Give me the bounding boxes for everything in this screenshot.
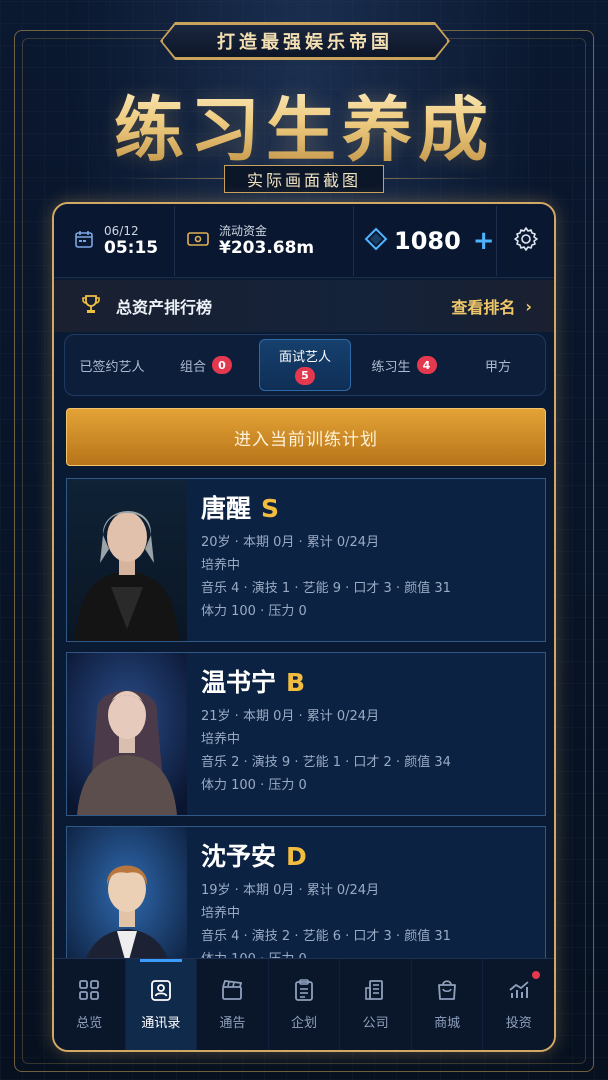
trophy-icon bbox=[80, 293, 102, 319]
slogan-text: 打造最强娱乐帝国 bbox=[217, 32, 393, 53]
diamond-icon bbox=[364, 227, 388, 255]
nav-shop[interactable]: 商城 bbox=[412, 959, 484, 1050]
time-value: 05:15 bbox=[104, 237, 159, 258]
view-ranking-link[interactable]: 查看排名 bbox=[451, 294, 515, 318]
nav-label: 商城 bbox=[434, 1016, 461, 1031]
artist-info: 唐醒 S 20岁 · 本期 0月 · 累计 0/24月 培养中 音乐 4 · 演… bbox=[187, 479, 451, 641]
artist-energy: 体力 100 · 压力 0 bbox=[201, 604, 307, 619]
tab-signed-artists[interactable]: 已签约艺人 bbox=[65, 335, 159, 395]
chevron-right-icon: › bbox=[525, 296, 532, 316]
gem-count: 1080 bbox=[394, 226, 461, 255]
nav-label: 公司 bbox=[362, 1016, 389, 1031]
nav-label: 通告 bbox=[219, 1016, 246, 1031]
settings-button[interactable] bbox=[497, 204, 554, 277]
nav-contacts[interactable]: 通讯录 bbox=[125, 959, 198, 1050]
clapper-icon bbox=[220, 978, 244, 1006]
artist-portrait bbox=[67, 479, 187, 641]
add-gems-button[interactable]: + bbox=[473, 226, 495, 256]
artist-grade: B bbox=[286, 668, 306, 697]
bottom-nav: 总览 通讯录 通告 企划 公司 商城 投资 bbox=[54, 958, 554, 1050]
count-badge: 5 bbox=[295, 366, 315, 385]
game-screen: 06/12 05:15 流动资金 ¥203.68m 1080 + 总资产排行榜 … bbox=[52, 202, 556, 1052]
building-icon bbox=[364, 978, 388, 1006]
nav-company[interactable]: 公司 bbox=[340, 959, 412, 1050]
tab-label: 组合 bbox=[179, 359, 206, 375]
tab-label: 面试艺人 bbox=[278, 349, 331, 365]
grid-icon bbox=[77, 978, 101, 1006]
fund-label: 流动资金 bbox=[219, 223, 268, 238]
tab-interview-artists[interactable]: 面试艺人 5 bbox=[259, 339, 351, 391]
artist-info: 沈予安 D 19岁 · 本期 0月 · 累计 0/24月 培养中 音乐 4 · … bbox=[187, 827, 451, 960]
tab-trainees[interactable]: 练习生 4 bbox=[357, 335, 451, 395]
game-title: 练习生养成 bbox=[0, 74, 608, 175]
artist-card[interactable]: 沈予安 D 19岁 · 本期 0月 · 累计 0/24月 培养中 音乐 4 · … bbox=[66, 826, 546, 960]
enter-training-plan-button[interactable]: 进入当前训练计划 bbox=[66, 408, 546, 466]
status-bar: 06/12 05:15 流动资金 ¥203.68m 1080 + bbox=[54, 204, 554, 278]
gem-display: 1080 + bbox=[354, 204, 496, 277]
tab-label: 已签约艺人 bbox=[79, 359, 145, 375]
artist-portrait bbox=[67, 827, 187, 960]
nav-label: 总览 bbox=[76, 1016, 103, 1031]
nav-label: 投资 bbox=[505, 1016, 532, 1031]
calendar-icon bbox=[74, 229, 94, 253]
artist-meta: 19岁 · 本期 0月 · 累计 0/24月 bbox=[201, 883, 380, 898]
clipboard-icon bbox=[292, 978, 316, 1006]
ranking-bar[interactable]: 总资产排行榜 查看排名 › bbox=[54, 280, 554, 332]
gear-icon bbox=[512, 225, 540, 257]
date-label: 06/12 bbox=[104, 223, 139, 238]
cash-icon bbox=[187, 231, 209, 251]
tab-label: 甲方 bbox=[484, 359, 511, 375]
artist-stats: 音乐 4 · 演技 1 · 艺能 9 · 口才 3 · 颜值 31 bbox=[201, 581, 451, 596]
contact-icon bbox=[149, 978, 173, 1006]
artist-list[interactable]: 唐醒 S 20岁 · 本期 0月 · 累计 0/24月 培养中 音乐 4 · 演… bbox=[66, 478, 546, 960]
artist-name: 唐醒 bbox=[201, 494, 252, 523]
nav-notices[interactable]: 通告 bbox=[197, 959, 269, 1050]
date-time-display: 06/12 05:15 bbox=[54, 204, 174, 277]
nav-label: 企划 bbox=[291, 1016, 318, 1031]
artist-grade: S bbox=[261, 494, 280, 523]
artist-meta: 20岁 · 本期 0月 · 累计 0/24月 bbox=[201, 535, 380, 550]
fund-display[interactable]: 流动资金 ¥203.68m bbox=[175, 204, 353, 277]
nav-label: 通讯录 bbox=[141, 1016, 181, 1031]
artist-status: 培养中 bbox=[201, 906, 241, 921]
tab-groups[interactable]: 组合 0 bbox=[159, 335, 253, 395]
artist-tabs: 已签约艺人 组合 0 面试艺人 5 练习生 4 甲方 bbox=[64, 334, 546, 396]
tab-clients[interactable]: 甲方 bbox=[451, 335, 545, 395]
ranking-title: 总资产排行榜 bbox=[116, 298, 213, 317]
chart-icon bbox=[507, 978, 531, 1006]
artist-energy: 体力 100 · 压力 0 bbox=[201, 778, 307, 793]
nav-overview[interactable]: 总览 bbox=[54, 959, 126, 1050]
artist-status: 培养中 bbox=[201, 558, 241, 573]
artist-status: 培养中 bbox=[201, 732, 241, 747]
count-badge: 4 bbox=[416, 356, 437, 374]
artist-stats: 音乐 4 · 演技 2 · 艺能 6 · 口才 3 · 颜值 31 bbox=[201, 929, 451, 944]
notification-dot bbox=[532, 971, 541, 979]
tab-label: 练习生 bbox=[371, 359, 411, 375]
artist-card[interactable]: 温书宁 B 21岁 · 本期 0月 · 累计 0/24月 培养中 音乐 2 · … bbox=[66, 652, 546, 816]
fund-value: ¥203.68m bbox=[219, 237, 315, 258]
artist-portrait bbox=[67, 653, 187, 815]
slogan-banner: 打造最强娱乐帝国 bbox=[162, 24, 448, 58]
count-badge: 0 bbox=[212, 356, 232, 374]
nav-planning[interactable]: 企划 bbox=[269, 959, 341, 1050]
nav-invest[interactable]: 投资 bbox=[483, 959, 554, 1050]
artist-grade: D bbox=[286, 842, 307, 871]
subtitle-label: 实际画面截图 bbox=[224, 165, 384, 193]
bag-icon bbox=[435, 978, 459, 1006]
artist-name: 温书宁 bbox=[201, 668, 277, 697]
artist-card[interactable]: 唐醒 S 20岁 · 本期 0月 · 累计 0/24月 培养中 音乐 4 · 演… bbox=[66, 478, 546, 642]
artist-name: 沈予安 bbox=[201, 842, 277, 871]
artist-stats: 音乐 2 · 演技 9 · 艺能 1 · 口才 2 · 颜值 34 bbox=[201, 755, 451, 770]
artist-meta: 21岁 · 本期 0月 · 累计 0/24月 bbox=[201, 709, 380, 724]
artist-info: 温书宁 B 21岁 · 本期 0月 · 累计 0/24月 培养中 音乐 2 · … bbox=[187, 653, 451, 815]
